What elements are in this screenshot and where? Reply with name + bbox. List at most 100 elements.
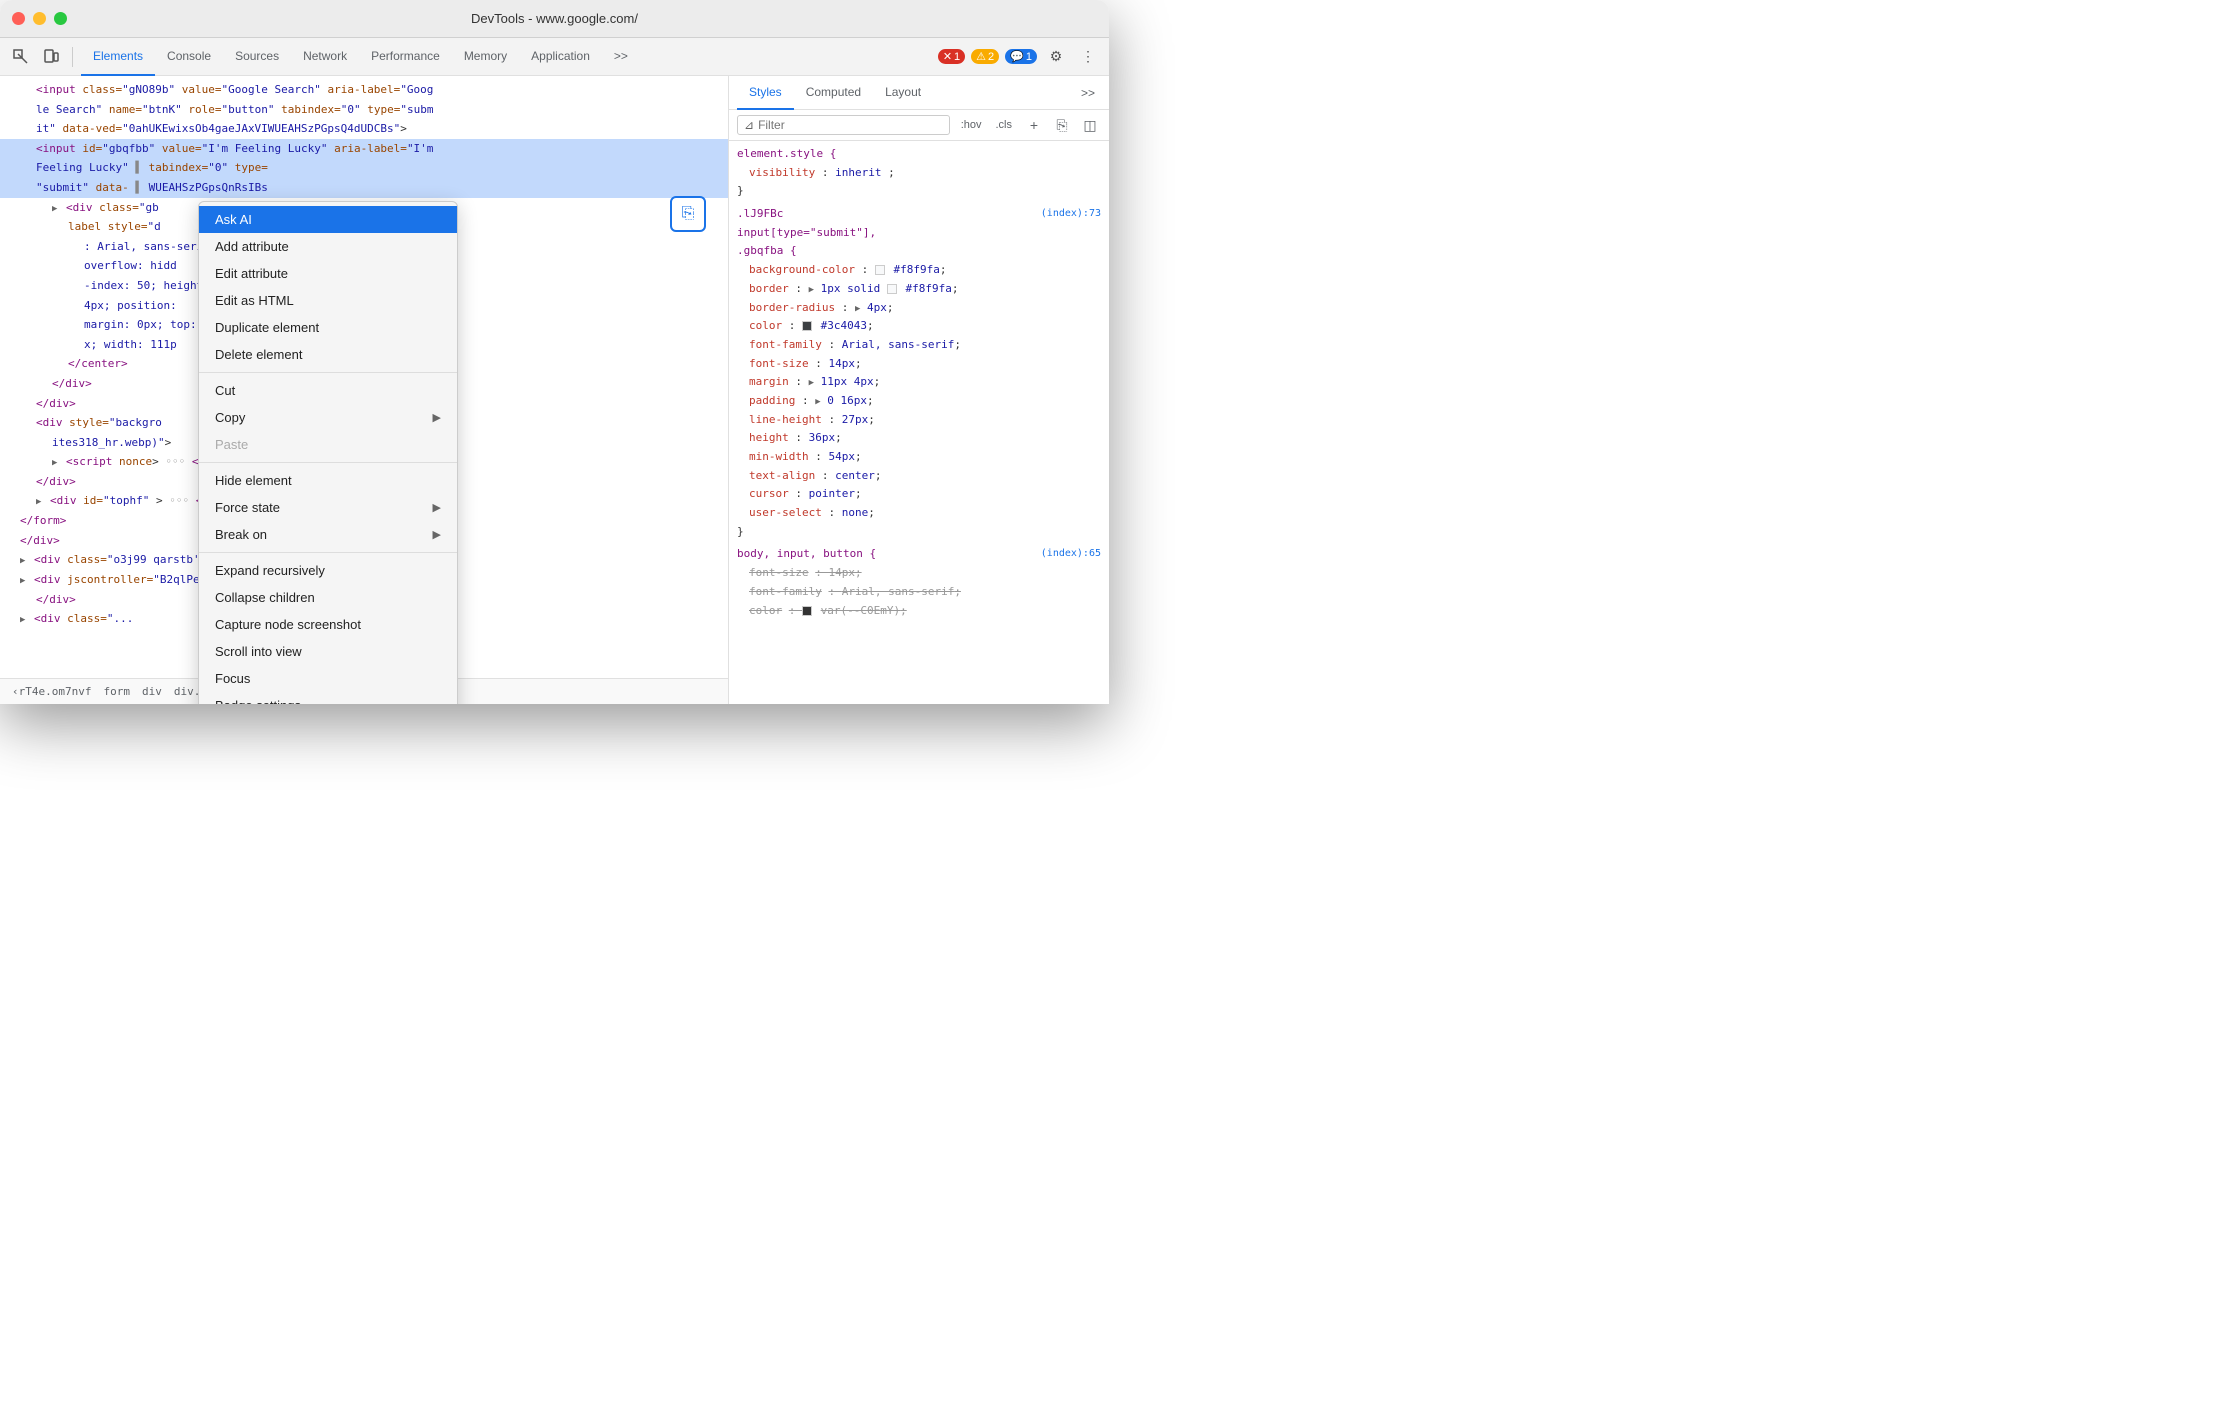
css-property-row[interactable]: border : ▶ 1px solid #f8f9fa; bbox=[737, 280, 1101, 299]
menu-item-delete-element[interactable]: Delete element bbox=[199, 341, 457, 368]
css-property-row[interactable]: font-family : Arial, sans-serif; bbox=[737, 336, 1101, 355]
filter-input[interactable] bbox=[758, 118, 943, 132]
css-property-row[interactable]: font-size : 14px; bbox=[737, 355, 1101, 374]
filter-input-wrap: ⊿ bbox=[737, 115, 950, 135]
css-property-row[interactable]: border-radius : ▶ 4px; bbox=[737, 299, 1101, 318]
css-property-name: background-color bbox=[737, 263, 855, 276]
css-property-name: border bbox=[737, 282, 789, 295]
css-property-value: 0 16px bbox=[827, 394, 867, 407]
tab-application[interactable]: Application bbox=[519, 38, 602, 76]
css-property-row[interactable]: font-size : 14px; bbox=[737, 564, 1101, 583]
menu-item-ask-ai[interactable]: Ask AI bbox=[199, 206, 457, 233]
css-rule-element-style: element.style { visibility : inherit ; } bbox=[737, 145, 1101, 201]
menu-item-cut[interactable]: Cut bbox=[199, 377, 457, 404]
css-property-name: min-width bbox=[737, 450, 809, 463]
css-property-row[interactable]: line-height : 27px; bbox=[737, 411, 1101, 430]
tab-elements[interactable]: Elements bbox=[81, 38, 155, 76]
css-selector[interactable]: .lJ9FBc bbox=[737, 207, 783, 220]
window-title: DevTools - www.google.com/ bbox=[471, 11, 638, 26]
css-property-row[interactable]: margin : ▶ 11px 4px; bbox=[737, 373, 1101, 392]
menu-arrow: ▶ bbox=[433, 528, 441, 541]
css-property-row[interactable]: color : #3c4043; bbox=[737, 317, 1101, 336]
minimize-button[interactable] bbox=[33, 12, 46, 25]
add-style-rule-icon[interactable]: + bbox=[1023, 114, 1045, 136]
tab-sources[interactable]: Sources bbox=[223, 38, 291, 76]
css-property-row[interactable]: padding : ▶ 0 16px; bbox=[737, 392, 1101, 411]
menu-item-badge-settings[interactable]: Badge settings... bbox=[199, 692, 457, 704]
menu-item-edit-as-html[interactable]: Edit as HTML bbox=[199, 287, 457, 314]
css-source[interactable]: (index):73 bbox=[1041, 205, 1101, 222]
tab-console[interactable]: Console bbox=[155, 38, 223, 76]
css-property-name: font-family bbox=[737, 338, 822, 351]
menu-item-focus[interactable]: Focus bbox=[199, 665, 457, 692]
menu-item-scroll-into-view[interactable]: Scroll into view bbox=[199, 638, 457, 665]
warn-badge[interactable]: ⚠ 2 bbox=[971, 49, 999, 64]
styles-more-tabs[interactable]: >> bbox=[1075, 86, 1101, 100]
cls-button[interactable]: .cls bbox=[991, 116, 1018, 134]
tab-layout[interactable]: Layout bbox=[873, 76, 933, 110]
titlebar-buttons bbox=[12, 12, 67, 25]
tab-more[interactable]: >> bbox=[602, 38, 640, 76]
maximize-button[interactable] bbox=[54, 12, 67, 25]
css-property-row[interactable]: cursor : pointer; bbox=[737, 485, 1101, 504]
device-icon[interactable] bbox=[38, 44, 64, 70]
more-options-icon[interactable]: ⋮ bbox=[1075, 44, 1101, 70]
css-property-row[interactable]: color : var(--C0EmY); bbox=[737, 602, 1101, 621]
css-property-name: cursor bbox=[737, 487, 789, 500]
menu-item-break-on[interactable]: Break on ▶ bbox=[199, 521, 457, 548]
css-property-row[interactable]: visibility : inherit ; bbox=[737, 164, 1101, 183]
css-property-value: 14px bbox=[828, 566, 855, 579]
css-selector[interactable]: body, input, button { bbox=[737, 547, 876, 560]
settings-icon[interactable]: ⚙ bbox=[1043, 44, 1069, 70]
hov-button[interactable]: :hov bbox=[956, 116, 987, 134]
css-property-name: color bbox=[737, 604, 782, 617]
css-property-value: #3c4043 bbox=[821, 319, 867, 332]
css-property-value: center bbox=[835, 469, 875, 482]
css-property-row[interactable]: background-color : #f8f9fa; bbox=[737, 261, 1101, 280]
css-sub-selector2: .gbqfba { bbox=[737, 242, 1101, 261]
menu-item-paste: Paste bbox=[199, 431, 457, 458]
menu-item-hide-element[interactable]: Hide element bbox=[199, 467, 457, 494]
tab-styles[interactable]: Styles bbox=[737, 76, 794, 110]
tab-computed[interactable]: Computed bbox=[794, 76, 873, 110]
css-property-name: font-size bbox=[737, 566, 809, 579]
tab-memory[interactable]: Memory bbox=[452, 38, 519, 76]
inspect-icon[interactable] bbox=[8, 44, 34, 70]
menu-arrow: ▶ bbox=[433, 501, 441, 514]
error-badge[interactable]: ✕ 1 bbox=[938, 49, 965, 64]
toggle-sidebar-icon[interactable]: ◫ bbox=[1079, 114, 1101, 136]
info-badge[interactable]: 💬 1 bbox=[1005, 49, 1037, 64]
styles-content: element.style { visibility : inherit ; } bbox=[729, 141, 1109, 704]
css-property-value: none bbox=[842, 506, 869, 519]
css-sub-selector: input[type="submit"], bbox=[737, 224, 1101, 243]
css-property-row[interactable]: height : 36px; bbox=[737, 429, 1101, 448]
css-source[interactable]: (index):65 bbox=[1041, 545, 1101, 562]
css-selector[interactable]: element.style { bbox=[737, 147, 836, 160]
menu-item-collapse-children[interactable]: Collapse children bbox=[199, 584, 457, 611]
css-property-name: font-size bbox=[737, 357, 809, 370]
css-property-row[interactable]: min-width : 54px; bbox=[737, 448, 1101, 467]
css-property-name: padding bbox=[737, 394, 795, 407]
css-property-value: 1px solid bbox=[821, 282, 887, 295]
css-property-name: font-family bbox=[737, 585, 822, 598]
toolbar-right: ✕ 1 ⚠ 2 💬 1 ⚙ ⋮ bbox=[938, 44, 1101, 70]
tab-performance[interactable]: Performance bbox=[359, 38, 452, 76]
css-property-value: 14px bbox=[828, 357, 855, 370]
css-rule-lJ9FBc: (index):73 .lJ9FBc input[type="submit"],… bbox=[737, 205, 1101, 541]
menu-item-force-state[interactable]: Force state ▶ bbox=[199, 494, 457, 521]
css-property-value: 54px bbox=[828, 450, 855, 463]
menu-separator bbox=[199, 552, 457, 553]
menu-item-copy[interactable]: Copy ▶ bbox=[199, 404, 457, 431]
css-property-row[interactable]: font-family : Arial, sans-serif; bbox=[737, 583, 1101, 602]
copy-element-styles-icon[interactable]: ⎘ bbox=[1051, 114, 1073, 136]
menu-item-edit-attribute[interactable]: Edit attribute bbox=[199, 260, 457, 287]
close-button[interactable] bbox=[12, 12, 25, 25]
css-property-row[interactable]: text-align : center; bbox=[737, 467, 1101, 486]
menu-item-capture-node-screenshot[interactable]: Capture node screenshot bbox=[199, 611, 457, 638]
menu-item-add-attribute[interactable]: Add attribute bbox=[199, 233, 457, 260]
tab-network[interactable]: Network bbox=[291, 38, 359, 76]
css-property-row[interactable]: user-select : none; bbox=[737, 504, 1101, 523]
css-rule-header: (index):73 .lJ9FBc bbox=[737, 205, 1101, 224]
menu-item-expand-recursively[interactable]: Expand recursively bbox=[199, 557, 457, 584]
menu-item-duplicate-element[interactable]: Duplicate element bbox=[199, 314, 457, 341]
